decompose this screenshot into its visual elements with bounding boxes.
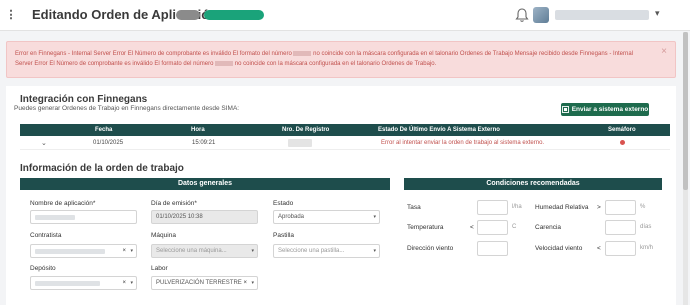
maquina-placeholder: Seleccione una máquina... [156,248,227,254]
labor-select[interactable]: PULVERIZACIÓN TERRESTRE × ▾ [151,276,258,290]
clear-icon[interactable]: × [122,245,126,257]
alert-text-part4: no coincide con la máscara configurada e… [234,61,437,67]
humedad-label: Humedad Relativa [535,204,589,211]
direccion-viento-label: Dirección viento [407,245,454,252]
order-info-title: Información de la orden de trabajo [20,163,184,174]
alert-text-part1: Error en Finnegans - Internal Server Err… [15,51,292,57]
deposito-label: Depósito [30,265,56,272]
estado-value: Aprobada [278,214,305,220]
status-badge [204,10,264,20]
temperatura-operator: < [470,224,474,231]
deposito-select[interactable]: × ▾ [30,276,137,290]
integration-title: Integración con Finnegans [20,94,148,105]
contratista-label: Contratista [30,232,62,239]
col-semaforo: Semáforo [608,127,636,133]
avatar [533,7,549,23]
pastilla-label: Pastilla [273,232,294,239]
clear-icon[interactable]: × [243,277,247,289]
humedad-input[interactable] [605,200,636,215]
tasa-unit: l/ha [512,204,522,210]
contratista-select[interactable]: × ▾ [30,244,137,258]
page-scrollbar[interactable] [683,32,688,305]
velocidad-operator: < [597,245,601,252]
scrollbar-thumb[interactable] [683,32,688,190]
cell-estado: Error al intentar enviar la orden de tra… [381,140,545,146]
temperatura-label: Temperatura [407,224,444,231]
more-menu-icon[interactable]: ⋮ [4,7,18,23]
chevron-down-icon: ▾ [251,248,254,254]
velocidad-unit: km/h [640,245,654,251]
pastilla-select[interactable]: Seleccione una pastilla... ▾ [273,244,380,258]
error-alert: Error en Finnegans - Internal Server Err… [6,41,676,78]
chevron-down-icon: ▾ [130,280,133,286]
labor-value: PULVERIZACIÓN TERRESTRE [156,280,242,286]
user-menu[interactable]: ▾ [533,6,665,24]
error-alert-text: Error en Finnegans - Internal Server Err… [15,49,645,69]
temperatura-unit: C [512,224,517,230]
col-hora: Hora [191,127,205,133]
alert-text-part3: Error El Número de comprobante es inváli… [34,61,214,67]
chevron-down-icon: ▾ [130,248,133,254]
expand-row-icon[interactable]: ⌄ [41,139,47,147]
cell-hora: 15:09:21 [192,140,216,146]
main-card: Integración con Finnegans Puedes generar… [6,86,676,305]
redacted-value [35,215,75,220]
dia-emision-label: Día de emisión* [151,200,197,207]
tasa-input[interactable] [477,200,508,215]
clear-icon[interactable]: × [122,277,126,289]
maquina-select: Seleccione una máquina... ▾ [151,244,258,258]
cell-fecha: 01/10/2025 [93,140,124,146]
redacted-number [293,50,312,56]
dia-emision-input: 01/10/2025 10:38 [151,210,258,224]
direccion-viento-input[interactable] [477,241,508,256]
labor-label: Labor [151,265,168,272]
humedad-unit: % [640,204,646,210]
send-external-icon [561,106,569,113]
order-number-badge [176,10,200,20]
redacted-value [35,281,100,286]
tasa-label: Tasa [407,204,421,211]
col-registro: Nro. De Registro [282,127,330,133]
conditions-header: Condiciones recomendadas [404,178,662,190]
col-estado: Estado De Último Envío A Sistema Externo [378,127,500,133]
integration-subtitle: Puedes generar Ordenes de Trabajo en Fin… [14,105,240,112]
cell-registro-redacted [288,139,312,147]
humedad-operator: > [597,204,601,211]
chevron-down-icon: ▾ [373,248,376,254]
notification-bell-icon[interactable] [515,7,529,23]
estado-label: Estado [273,200,294,207]
send-external-button[interactable]: Enviar a sistema externo [561,103,649,116]
carencia-label: Carencia [535,224,562,231]
maquina-label: Máquina [151,232,176,239]
chevron-down-icon: ▾ [373,214,376,220]
close-icon[interactable]: × [661,46,667,57]
chevron-down-icon: ▾ [655,8,660,18]
send-external-label: Enviar a sistema externo [571,106,649,113]
carencia-input[interactable] [605,220,636,235]
col-fecha: Fecha [95,127,113,133]
general-data-header: Datos generales [20,178,390,190]
integration-table-header: Fecha Hora Nro. De Registro Estado De Úl… [20,124,670,136]
table-row[interactable]: ⌄ 01/10/2025 15:09:21 Error al intentar … [20,136,670,150]
top-header: ⋮ Editando Orden de Aplicación ▾ [0,0,690,31]
pastilla-placeholder: Seleccione una pastilla... [278,248,345,254]
nombre-label: Nombre de aplicación* [30,200,96,207]
semaforo-red-indicator [620,140,625,145]
velocidad-viento-input[interactable] [605,241,636,256]
nombre-input[interactable] [30,210,137,224]
redacted-number [215,60,234,66]
carencia-unit: días [640,224,652,230]
estado-select[interactable]: Aprobada ▾ [273,210,380,224]
redacted-value [35,249,105,254]
temperatura-input[interactable] [477,220,508,235]
velocidad-viento-label: Velocidad viento [535,245,583,252]
user-name-redacted [555,10,649,20]
chevron-down-icon: ▾ [251,280,254,286]
